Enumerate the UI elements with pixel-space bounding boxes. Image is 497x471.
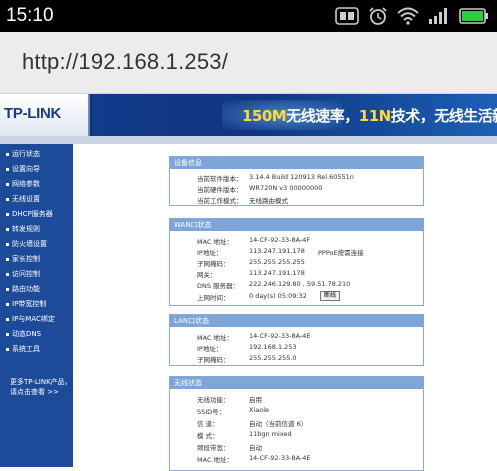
alarm-icon [369, 7, 387, 25]
wireless-status-panel: 无线状态 无线功能： 启用 SSID号： Xiaole 信 道： 自动（当前信道 6）… [169, 376, 424, 471]
sidebar-item-bandwidth[interactable]: IP带宽控制 [6, 299, 46, 309]
info-row: SSID号： Xiaole [197, 406, 270, 416]
url-text[interactable]: http://192.168.1.253/ [22, 49, 228, 75]
connection-type: PPPoE按需连接 [318, 249, 364, 257]
sidebar-item-access[interactable]: 访问控制 [6, 269, 40, 279]
battery-icon [459, 8, 488, 24]
info-row: MAC 地址： 14-CF-92-33-8A-4E [197, 332, 311, 342]
sidebar-item-wizard[interactable]: 设置向导 [6, 164, 40, 174]
sidebar-item-network[interactable]: 网络参数 [6, 179, 40, 189]
info-row: DNS 服务器： 222.246.129.80 , 59.51.78.210 [197, 280, 351, 290]
info-row: 当前硬件版本： WR720N v3 00000000 [197, 184, 323, 194]
info-row: IP地址： 113.247.191.178 PPPoE按需连接 [197, 247, 364, 257]
tp-link-logo: TP-LINK [0, 94, 90, 136]
banner-divider [0, 136, 497, 144]
info-row: 网关： 113.247.191.178 [197, 269, 305, 279]
sidebar-item-parental[interactable]: 家长控制 [6, 254, 40, 264]
info-row: 模 式： 11bgn mixed [197, 430, 292, 440]
info-row: 上网时间： 0 day(s) 05:09:32 断线 [170, 291, 425, 302]
info-row: MAC 地址： 14-CF-92-33-8A-4F [197, 236, 311, 246]
panel-title: 无线状态 [170, 377, 423, 389]
status-bar: 15:10 [0, 0, 497, 32]
panel-title: LAN口状态 [170, 315, 423, 327]
sidebar-item-ip-mac[interactable]: IP与MAC绑定 [6, 314, 55, 324]
sidebar-item-dhcp[interactable]: DHCP服务器 [6, 209, 53, 219]
sidebar-menu: 运行状态 设置向导 网络参数 无线设置 DHCP服务器 转发规则 防火墙设置 家… [0, 144, 73, 467]
main-content: 设备信息 当前软件版本： 3.14.4 Build 120913 Rel.6055… [73, 144, 497, 471]
wan-status-panel: WAN口状态 MAC 地址： 14-CF-92-33-8A-4F IP地址： 113… [169, 218, 424, 306]
banner-slogan: 150M无线速率，11N技术，无线生活新选择 [242, 107, 497, 125]
sidebar-item-forwarding[interactable]: 转发规则 [6, 224, 40, 234]
wifi-icon [397, 7, 419, 25]
sidebar-item-status[interactable]: 运行状态 [6, 149, 40, 159]
sidebar-item-wireless[interactable]: 无线设置 [6, 194, 40, 204]
info-row: 无线功能： 启用 [197, 396, 262, 404]
signal-icon [429, 8, 447, 24]
panel-title: WAN口状态 [170, 219, 423, 231]
lan-status-panel: LAN口状态 MAC 地址： 14-CF-92-33-8A-4E IP地址： 192… [169, 314, 424, 366]
browser-url-bar[interactable]: http://192.168.1.253/ [0, 32, 497, 94]
disconnect-button[interactable]: 断线 [320, 291, 340, 301]
info-row: IP地址： 192.168.1.253 [197, 343, 297, 353]
status-time: 15:10 [6, 5, 54, 26]
banner-graphic: 150M无线速率，11N技术，无线生活新选择 [92, 94, 497, 136]
info-row: MAC 地址： 14-CF-92-33-8A-4E [197, 454, 311, 464]
info-row: 信 道： 自动（当前信道 6） [197, 420, 308, 428]
info-row: 子网掩码： 255.255.255.0 [197, 354, 297, 364]
info-row: 子网掩码： 255.255.255.255 [197, 258, 305, 268]
info-row: 当前工作模式： 无线路由模式 [197, 197, 288, 205]
device-info-panel: 设备信息 当前软件版本： 3.14.4 Build 120913 Rel.6055… [169, 156, 424, 206]
sim-icon [335, 7, 359, 25]
sidebar-item-routing[interactable]: 路由功能 [6, 284, 40, 294]
info-row: 当前软件版本： 3.14.4 Build 120913 Rel.60551n [197, 173, 354, 183]
more-products-link[interactable]: 更多TP-LINK产品， 请点击查看 >> [10, 377, 72, 397]
status-icons [335, 6, 489, 26]
sidebar-item-system[interactable]: 系统工具 [6, 344, 40, 354]
router-banner: TP-LINK 150M无线速率，11N技术，无线生活新选择 [0, 94, 497, 136]
panel-title: 设备信息 [170, 157, 423, 169]
sidebar-item-firewall[interactable]: 防火墙设置 [6, 239, 47, 249]
info-row: 频段带宽： 自动 [197, 444, 262, 452]
sidebar-item-ddns[interactable]: 动态DNS [6, 329, 41, 339]
